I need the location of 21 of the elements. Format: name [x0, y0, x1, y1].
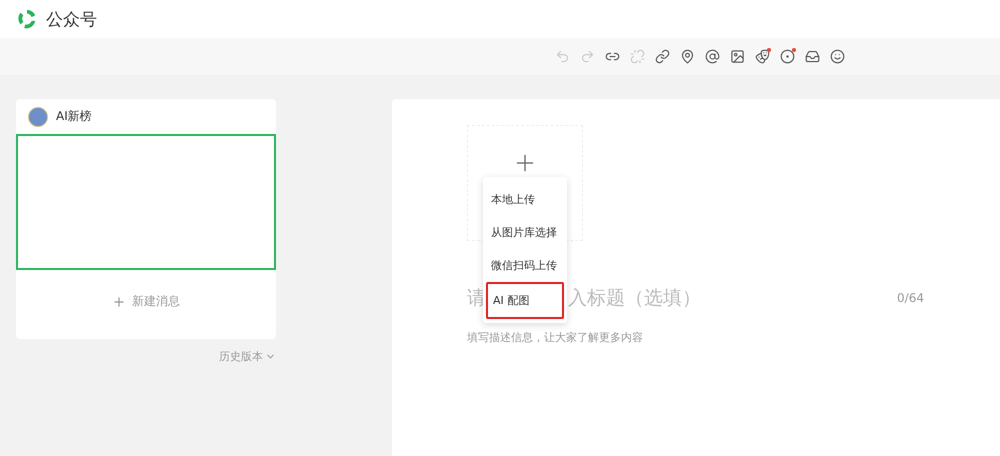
- at-sign-icon[interactable]: [703, 48, 721, 66]
- link-icon[interactable]: [653, 48, 671, 66]
- mask-icon[interactable]: [753, 48, 771, 66]
- menu-item[interactable]: 本地上传: [483, 183, 567, 216]
- title-char-count: 0/64: [897, 291, 924, 305]
- menu-item[interactable]: 从图片库选择: [483, 216, 567, 249]
- account-avatar: [28, 106, 48, 126]
- new-message-button[interactable]: 新建消息: [106, 292, 186, 311]
- logo-icon: [16, 8, 38, 30]
- title-placeholder[interactable]: 请: [467, 285, 486, 311]
- history-version-link[interactable]: 历史版本: [219, 349, 276, 364]
- plus-icon: [112, 294, 126, 308]
- smiley-icon[interactable]: [828, 48, 846, 66]
- menu-item[interactable]: 微信扫码上传: [483, 249, 567, 282]
- target-icon[interactable]: [778, 48, 796, 66]
- menu-item[interactable]: AI 配图: [486, 282, 564, 319]
- title-placeholder[interactable]: 入标题（选填）: [568, 285, 701, 311]
- account-name: AI新榜: [56, 108, 92, 125]
- description-placeholder[interactable]: 填写描述信息，让大家了解更多内容: [467, 330, 924, 345]
- article-preview[interactable]: [16, 134, 276, 270]
- brand-name: 公众号: [46, 8, 97, 30]
